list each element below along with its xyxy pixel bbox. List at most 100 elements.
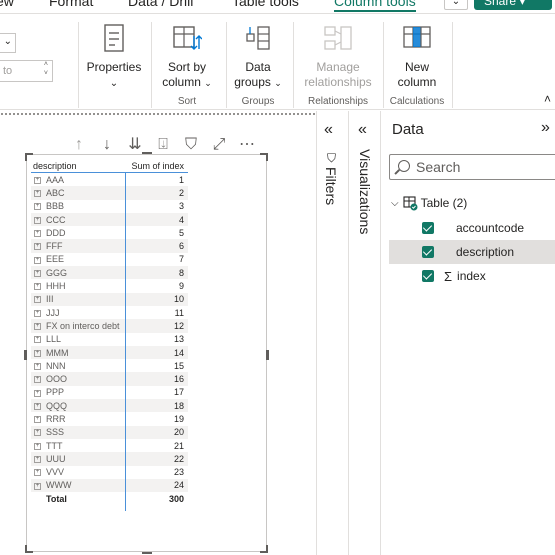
collapse-filters-icon[interactable]: « bbox=[324, 121, 333, 139]
table-visual[interactable]: description Sum of index + AAA 1 + ABC 2 + BBB 3… bbox=[24, 152, 269, 554]
expand-pane-icon[interactable]: » bbox=[541, 119, 550, 137]
resize-handle[interactable] bbox=[25, 153, 27, 161]
up-arrow-icon[interactable]: ↑ bbox=[70, 136, 88, 154]
expand-all-icon[interactable]: ⍗ bbox=[154, 136, 172, 154]
table-row[interactable]: + NNN 15 bbox=[31, 359, 188, 372]
resize-handle[interactable] bbox=[142, 552, 152, 554]
resize-handle[interactable] bbox=[25, 545, 27, 553]
table-row[interactable]: + ABC 2 bbox=[31, 186, 188, 200]
resize-handle[interactable] bbox=[266, 350, 269, 360]
table-row[interactable]: + DDD 5 bbox=[31, 226, 188, 239]
resize-handle[interactable] bbox=[266, 545, 268, 553]
table-row[interactable]: + GGG 8 bbox=[31, 266, 188, 280]
table-row[interactable]: + FX on interco debt 12 bbox=[31, 319, 188, 333]
cell-index: 3 bbox=[178, 201, 184, 212]
filter-icon[interactable]: ⛉ bbox=[182, 136, 200, 154]
expand-row-icon[interactable]: + bbox=[34, 376, 41, 384]
new-column-button[interactable]: New column bbox=[388, 24, 446, 90]
resize-handle[interactable] bbox=[266, 153, 268, 161]
collapse-visualizations-icon[interactable]: « bbox=[358, 121, 367, 139]
decimal-places-input[interactable]: to ˄ ˅ bbox=[0, 60, 53, 82]
manage-relationships-button[interactable]: Manage relationships bbox=[299, 24, 377, 90]
tab-data-drill[interactable]: Data / Drill bbox=[128, 0, 193, 9]
expand-row-icon[interactable]: + bbox=[34, 442, 41, 450]
sort-by-column-button[interactable]: Sort by column ⌄ bbox=[156, 24, 218, 91]
table-row[interactable]: + VVV 23 bbox=[31, 466, 188, 479]
expand-row-icon[interactable]: + bbox=[34, 176, 41, 184]
table-row[interactable]: + WWW 24 bbox=[31, 478, 188, 493]
table-row[interactable]: + AAA 1 bbox=[31, 173, 188, 186]
table-icon bbox=[403, 196, 418, 211]
expand-row-icon[interactable]: + bbox=[34, 229, 41, 237]
column-header-index[interactable]: Sum of index bbox=[126, 161, 188, 171]
table-row[interactable]: + LLL 13 bbox=[31, 333, 188, 346]
checkbox-checked[interactable] bbox=[422, 270, 434, 282]
share-button[interactable]: Share ▾ bbox=[474, 0, 552, 10]
focus-mode-icon[interactable]: ⤢ bbox=[210, 136, 228, 154]
checkbox-checked[interactable] bbox=[422, 246, 434, 258]
expand-row-icon[interactable]: + bbox=[34, 309, 41, 317]
table-row[interactable]: + TTT 21 bbox=[31, 439, 188, 452]
expand-row-icon[interactable]: + bbox=[34, 456, 41, 463]
format-dropdown[interactable]: ⌄ bbox=[0, 33, 16, 53]
tab-table-tools[interactable]: Table tools bbox=[232, 0, 299, 9]
table-total-row: Total 300 bbox=[31, 492, 188, 506]
expand-row-icon[interactable]: + bbox=[34, 349, 41, 357]
description-text: MMM bbox=[46, 347, 69, 358]
tab-column-tools[interactable]: Column tools bbox=[334, 0, 416, 12]
expand-row-icon[interactable]: + bbox=[34, 362, 41, 370]
expand-row-icon[interactable]: + bbox=[34, 402, 41, 410]
expand-row-icon[interactable]: + bbox=[34, 469, 41, 477]
down-arrow-icon[interactable]: ↓ bbox=[98, 136, 116, 154]
table-row[interactable]: + RRR 19 bbox=[31, 412, 188, 425]
expand-row-icon[interactable]: + bbox=[34, 269, 41, 277]
resize-handle[interactable] bbox=[142, 152, 152, 154]
collapse-ribbon-icon[interactable]: ˄ bbox=[544, 92, 551, 106]
table-row[interactable]: + SSS 20 bbox=[31, 425, 188, 439]
expand-row-icon[interactable]: + bbox=[34, 190, 41, 198]
search-input[interactable]: Search bbox=[389, 154, 555, 180]
expand-row-icon[interactable]: + bbox=[34, 416, 41, 424]
chevron-down-icon[interactable]: ⌵ bbox=[391, 198, 399, 209]
expand-row-icon[interactable]: + bbox=[34, 243, 41, 251]
table-row[interactable]: + CCC 4 bbox=[31, 212, 188, 227]
table-row[interactable]: + HHH 9 bbox=[31, 279, 188, 292]
expand-row-icon[interactable]: + bbox=[34, 323, 41, 331]
field-description[interactable]: description bbox=[389, 240, 555, 264]
table-row[interactable]: + BBB 3 bbox=[31, 200, 188, 213]
group-label-calculations: Calculations bbox=[389, 96, 445, 107]
tree-item-table[interactable]: ⌵ Table (2) bbox=[391, 195, 467, 211]
spinner-icon[interactable]: ˄ ˅ bbox=[44, 60, 48, 78]
data-groups-button[interactable]: Data groups ⌄ bbox=[230, 24, 286, 91]
expand-row-icon[interactable]: + bbox=[34, 216, 41, 224]
tab-view[interactable]: ew bbox=[0, 0, 14, 9]
checkbox-checked[interactable] bbox=[422, 222, 434, 234]
table-row[interactable]: + PPP 17 bbox=[31, 386, 188, 399]
expand-row-icon[interactable]: + bbox=[34, 429, 41, 437]
table-row[interactable]: + UUU 22 bbox=[31, 452, 188, 466]
more-options-icon[interactable]: ⋯ bbox=[238, 136, 256, 154]
visualizations-label[interactable]: Visualizations bbox=[357, 149, 373, 234]
expand-row-icon[interactable]: + bbox=[34, 336, 41, 344]
field-index[interactable]: Σ index bbox=[389, 264, 555, 288]
table-row[interactable]: + FFF 6 bbox=[31, 239, 188, 253]
column-header-description[interactable]: description bbox=[31, 161, 126, 171]
expand-row-icon[interactable]: + bbox=[34, 283, 41, 291]
table-row[interactable]: + MMM 14 bbox=[31, 345, 188, 360]
resize-handle[interactable] bbox=[24, 350, 27, 360]
properties-button[interactable]: Properties ⌄ bbox=[84, 24, 144, 91]
table-row[interactable]: + QQQ 18 bbox=[31, 399, 188, 413]
expand-row-icon[interactable]: + bbox=[34, 482, 41, 490]
expand-row-icon[interactable]: + bbox=[34, 256, 41, 264]
expand-row-icon[interactable]: + bbox=[34, 203, 41, 211]
field-accountcode[interactable]: accountcode bbox=[389, 216, 555, 240]
expand-row-icon[interactable]: + bbox=[34, 389, 41, 397]
table-row[interactable]: + JJJ 11 bbox=[31, 306, 188, 319]
chevron-down-icon[interactable]: ⌄ bbox=[444, 0, 468, 10]
table-row[interactable]: + EEE 7 bbox=[31, 253, 188, 266]
expand-row-icon[interactable]: + bbox=[34, 296, 41, 304]
filters-label[interactable]: Filters bbox=[323, 167, 339, 205]
table-row[interactable]: + OOO 16 bbox=[31, 372, 188, 386]
tab-format[interactable]: Format bbox=[49, 0, 93, 9]
table-row[interactable]: + III 10 bbox=[31, 292, 188, 306]
